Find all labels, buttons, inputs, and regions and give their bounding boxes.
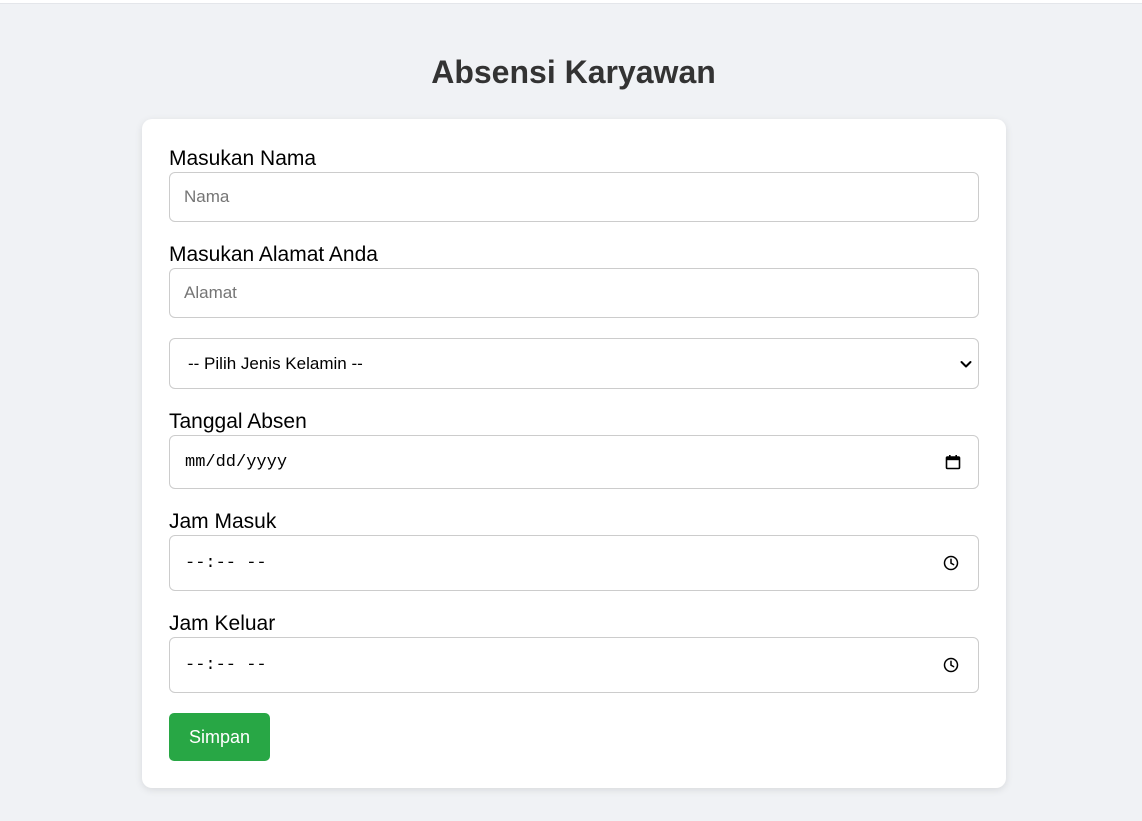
time-out-input-value: --:-- -- bbox=[185, 655, 267, 675]
address-input[interactable]: Alamat bbox=[169, 268, 979, 318]
time-in-input[interactable]: --:-- -- bbox=[169, 535, 979, 591]
save-button[interactable]: Simpan bbox=[169, 713, 270, 761]
gender-select-value: -- Pilih Jenis Kelamin -- bbox=[188, 353, 363, 373]
browser-top-line bbox=[0, 0, 1142, 4]
calendar-icon[interactable] bbox=[945, 454, 961, 470]
date-label: Tanggal Absen bbox=[169, 410, 307, 433]
attendance-form-card: Masukan Nama Nama Masukan Alamat Anda Al… bbox=[142, 119, 1006, 788]
name-input[interactable]: Nama bbox=[169, 172, 979, 222]
date-input-value: mm/dd/yyyy bbox=[185, 452, 288, 472]
time-out-label: Jam Keluar bbox=[169, 612, 276, 635]
name-input-placeholder: Nama bbox=[184, 187, 230, 206]
address-label: Masukan Alamat Anda bbox=[169, 243, 378, 266]
page-title: Absensi Karyawan bbox=[431, 54, 716, 90]
gender-select[interactable]: -- Pilih Jenis Kelamin -- bbox=[169, 338, 979, 389]
name-label: Masukan Nama bbox=[169, 147, 317, 170]
time-in-label: Jam Masuk bbox=[169, 510, 277, 533]
date-input[interactable]: mm/dd/yyyy bbox=[169, 435, 979, 489]
chevron-down-icon bbox=[959, 357, 973, 371]
clock-icon[interactable] bbox=[943, 555, 959, 571]
time-in-input-value: --:-- -- bbox=[185, 553, 267, 573]
address-input-placeholder: Alamat bbox=[184, 283, 237, 302]
time-out-input[interactable]: --:-- -- bbox=[169, 637, 979, 693]
clock-icon[interactable] bbox=[943, 657, 959, 673]
